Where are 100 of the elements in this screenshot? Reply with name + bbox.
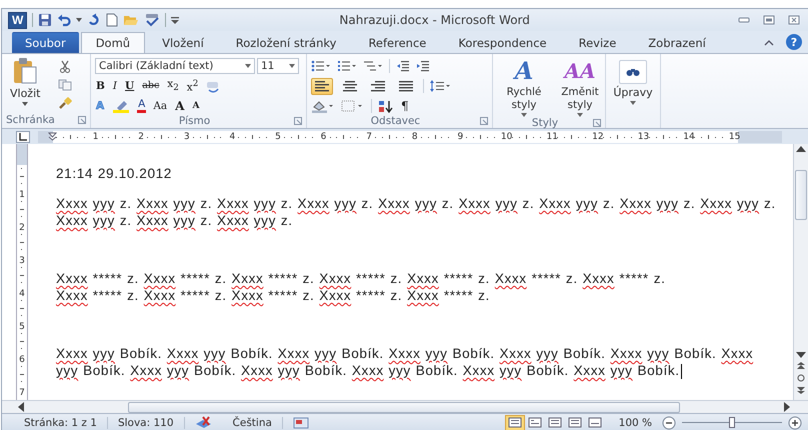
ribbon-tab[interactable]: Domů xyxy=(80,32,146,53)
close-icon[interactable] xyxy=(788,15,800,25)
scroll-down-icon[interactable] xyxy=(796,352,806,358)
ribbon-tab[interactable]: Vložení xyxy=(147,32,219,53)
ribbon-tab[interactable]: Soubor xyxy=(12,32,79,53)
ribbon-tab[interactable]: Revize xyxy=(564,32,632,53)
text-format-button[interactable]: B xyxy=(95,79,106,93)
page-count-status[interactable]: Stránka: 1 z 1 xyxy=(14,416,108,428)
binoculars-icon xyxy=(626,67,640,77)
zoom-level-button[interactable]: 100 % xyxy=(618,416,652,428)
group-label: Schránka xyxy=(6,114,55,126)
change-styles-button[interactable]: AA Změnit styly xyxy=(553,57,607,117)
save-icon[interactable] xyxy=(38,13,52,27)
cut-icon[interactable] xyxy=(59,60,72,73)
shading-icon[interactable] xyxy=(311,100,335,112)
ruler-number: 2 xyxy=(137,132,146,142)
dialog-launcher-icon[interactable] xyxy=(593,119,601,127)
minimize-icon[interactable] xyxy=(738,16,750,24)
quick-styles-button[interactable]: A Rychlé styly xyxy=(497,57,551,117)
paste-button[interactable]: Vložit xyxy=(6,57,44,113)
ruler-number: 12 xyxy=(592,132,602,142)
clear-formatting-icon[interactable] xyxy=(205,80,222,92)
window-title: Nahrazuji.docx - Microsoft Word xyxy=(338,13,531,27)
undo-icon[interactable] xyxy=(57,13,72,27)
change-case-button[interactable]: Aa xyxy=(152,99,168,113)
ribbon-tab[interactable]: Zobrazení xyxy=(633,32,721,53)
maximize-icon[interactable] xyxy=(763,15,775,25)
ruler-number: 3 xyxy=(19,256,25,266)
tab-selector-button[interactable] xyxy=(16,131,30,143)
group-label: Styly xyxy=(530,117,560,129)
ruler-number: 7 xyxy=(19,388,25,398)
vertical-ruler[interactable]: 1 2 3 4 5 6 7 xyxy=(16,144,28,400)
word-count-status[interactable]: Slova: 110 xyxy=(108,416,185,428)
previous-page-icon[interactable] xyxy=(797,362,805,370)
customize-toolbar-icon[interactable] xyxy=(171,16,180,24)
indent-marker-icon[interactable] xyxy=(48,132,57,141)
dropdown-arrow-icon xyxy=(22,102,28,106)
font-family-dropdown[interactable]: Calibri (Základní text) xyxy=(95,58,255,74)
ruler-number: 15 xyxy=(728,132,739,142)
multilevel-list-icon[interactable] xyxy=(363,60,383,72)
editing-button[interactable]: Úpravy xyxy=(606,54,660,105)
next-page-icon[interactable] xyxy=(797,386,805,394)
ribbon-tab[interactable]: Reference xyxy=(353,32,442,53)
vertical-scrollbar-thumb[interactable] xyxy=(795,170,807,220)
scroll-right-icon[interactable] xyxy=(784,402,790,412)
decrease-indent-icon[interactable] xyxy=(396,60,410,72)
line-spacing-icon[interactable] xyxy=(430,80,452,92)
borders-icon[interactable] xyxy=(341,100,365,112)
ribbon-tab[interactable]: Korespondence xyxy=(443,32,562,53)
spelling-check-icon[interactable] xyxy=(144,13,160,27)
dropdown-arrow-icon[interactable] xyxy=(76,18,82,22)
ruler-number: 14 xyxy=(683,132,694,142)
sort-icon[interactable] xyxy=(378,100,394,112)
dropdown-arrow-icon xyxy=(289,64,295,68)
text-format-button[interactable]: x$^{2}$ xyxy=(186,77,200,95)
horizontal-scrollbar-thumb[interactable] xyxy=(128,402,680,412)
zoom-in-icon[interactable] xyxy=(788,416,802,430)
dialog-launcher-icon[interactable] xyxy=(480,116,488,124)
increase-indent-icon[interactable] xyxy=(416,60,430,72)
word-logo-icon: W xyxy=(8,12,28,28)
bullet-list-icon[interactable] xyxy=(311,60,331,72)
scroll-left-icon[interactable] xyxy=(18,402,24,412)
numbered-list-icon[interactable] xyxy=(337,60,357,72)
align-button[interactable] xyxy=(311,78,333,94)
ruler-number: 3 xyxy=(182,132,191,142)
dialog-launcher-icon[interactable] xyxy=(294,116,302,124)
text-format-button[interactable]: I xyxy=(112,79,118,93)
ruler-number: 4 xyxy=(228,132,236,142)
font-size-dropdown[interactable]: 11 xyxy=(257,58,299,74)
help-button[interactable]: ? xyxy=(786,34,802,50)
text-format-button[interactable]: abc xyxy=(141,79,160,93)
collapse-ribbon-icon[interactable] xyxy=(764,39,774,46)
ruler-number: 13 xyxy=(638,132,648,142)
highlighter-icon[interactable] xyxy=(111,100,132,112)
ruler-number: 1 xyxy=(92,132,100,142)
text-format-button[interactable]: U xyxy=(124,79,136,93)
dropdown-arrow-icon xyxy=(630,101,636,105)
ribbon-tab[interactable]: Rozložení stránky xyxy=(220,32,352,53)
macro-record-icon[interactable] xyxy=(292,416,309,428)
browse-object-icon[interactable] xyxy=(797,374,805,382)
ruler-number: 4 xyxy=(19,290,25,299)
zoom-out-icon[interactable] xyxy=(662,416,676,430)
scroll-up-icon[interactable] xyxy=(796,146,806,152)
zoom-slider-thumb[interactable] xyxy=(729,417,735,428)
dialog-launcher-icon[interactable] xyxy=(78,116,86,124)
pilcrow-button[interactable]: ¶ xyxy=(400,99,410,113)
grow-font-button[interactable]: A xyxy=(174,99,186,113)
dropdown-arrow-icon xyxy=(577,113,583,117)
shrink-font-button[interactable]: A xyxy=(191,99,200,113)
view-mode-button[interactable] xyxy=(504,414,525,430)
format-painter-icon[interactable] xyxy=(58,97,72,110)
document-paragraph: Xxxx yyy z. Xxxx yyy z. Xxxx yyy z. Xxxx yyy z. Xxxx yyy z. Xxxx yyy z. Xxxx yyy z. Xxxx yyy z. Xxxx yyy z. Xxxx yyy z. Xxxx yyy z. Xxxx yyy z. xyxy=(56,195,777,229)
language-status[interactable]: Čeština xyxy=(222,416,283,428)
text-format-button[interactable]: x$_{2}$ xyxy=(166,76,180,96)
horizontal-ruler[interactable]: 1 2 3 4 5 6 7 8 9 10 11 12 13 14 15 xyxy=(38,131,782,143)
dropdown-arrow-icon xyxy=(245,64,251,68)
new-document-icon[interactable] xyxy=(106,13,118,27)
group-label: Odstavec xyxy=(370,114,422,126)
redo-icon[interactable] xyxy=(87,13,102,27)
font-color-button[interactable]: A xyxy=(137,99,146,113)
